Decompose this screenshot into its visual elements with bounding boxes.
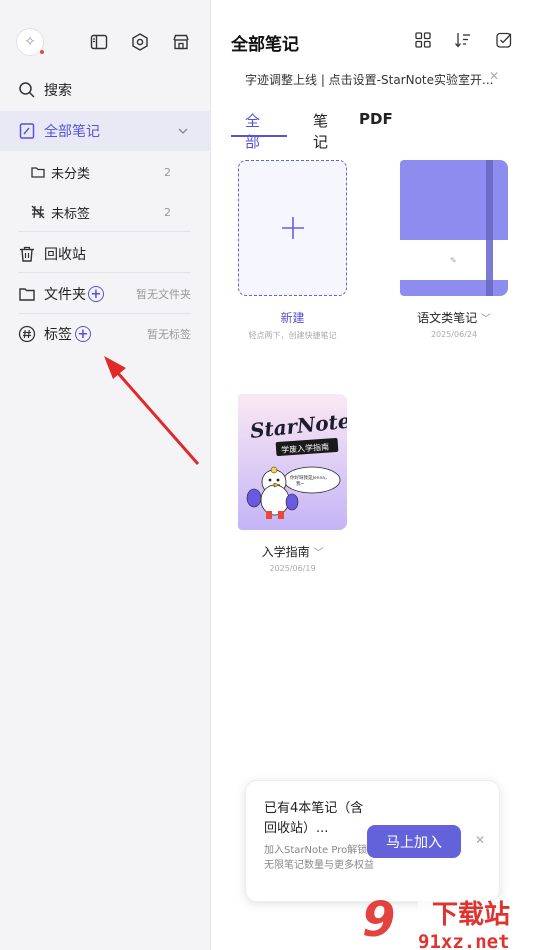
svg-text:9: 9 xyxy=(362,892,395,948)
app-window: ✧ 搜索 全部笔记 未分类 2 未标签 2 回收站 文件夹 + 暂无文件夹 标签… xyxy=(0,0,534,950)
watermark-text: 下载站 xyxy=(432,900,510,930)
watermark-logo: 9 下载站 91xz.net xyxy=(360,888,534,950)
watermark-url: 91xz.net xyxy=(418,931,510,950)
annotation-arrow xyxy=(104,356,200,465)
